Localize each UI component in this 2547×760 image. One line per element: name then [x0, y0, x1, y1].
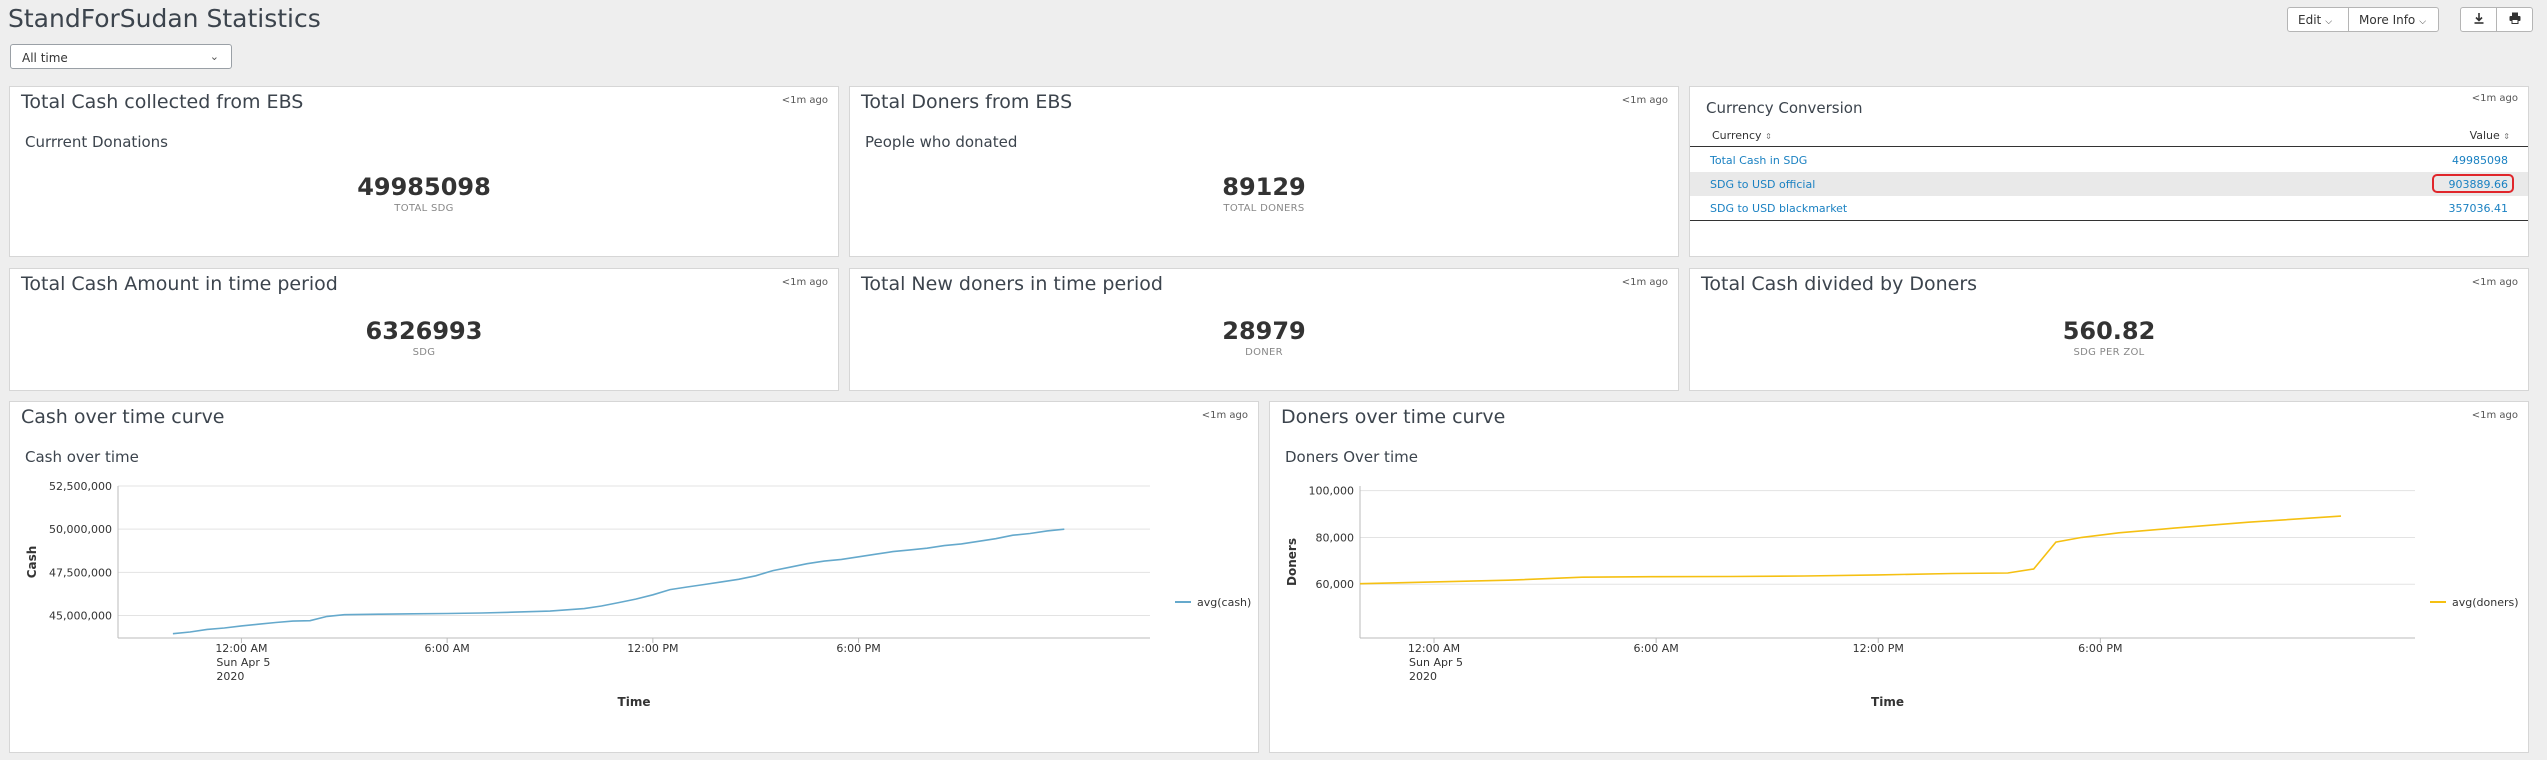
single-value: 49985098 [357, 173, 491, 201]
table-bottom-divider [1690, 220, 2528, 221]
x-tick-date: Sun Apr 5 [1409, 656, 1463, 669]
series-line [172, 528, 1065, 635]
column-header-currency[interactable]: Currency ⇕ [1712, 129, 1772, 142]
refresh-time: <1m ago [2471, 93, 2518, 104]
time-range-select[interactable]: All time ⌄ [10, 44, 232, 69]
currency-link[interactable]: Total Cash in SDG [1710, 154, 1807, 167]
edit-label: Edit [2298, 13, 2322, 27]
panel-subtitle: People who donated [865, 133, 1018, 151]
value-link[interactable]: 49985098 [2452, 154, 2508, 167]
page-title: StandForSudan Statistics [8, 4, 321, 33]
chevron-down-icon: ⌵ [2325, 17, 2333, 27]
table-row: SDG to USD blackmarket 357036.41 [1690, 196, 2528, 220]
refresh-time: <1m ago [1621, 277, 1668, 288]
x-tick-label: 12:00 AM [215, 642, 267, 655]
cash-line-chart: 45,000,000 47,500,000 50,000,000 52,500,000… [25, 480, 1251, 709]
value-unit: TOTAL DONERS [1223, 203, 1305, 214]
doners-curve-panel: Doners over time curve <1m ago Doners Ov… [1269, 401, 2529, 753]
chevron-down-icon: ⌄ [209, 50, 219, 63]
single-value: 560.82 [2062, 317, 2156, 345]
cash-per-doner-panel: Total Cash divided by Doners <1m ago 560… [1689, 268, 2529, 391]
doners-line-chart: 60,000 80,000 100,000 12:00 AMSun Apr 52020… [1285, 485, 2519, 709]
refresh-time: <1m ago [781, 277, 828, 288]
more-info-label: More Info [2359, 13, 2416, 27]
currency-link[interactable]: SDG to USD official [1710, 178, 1815, 191]
printer-icon [2509, 12, 2520, 24]
x-tick-year: 2020 [1409, 670, 1437, 683]
x-axis-title: Time [618, 695, 651, 709]
panel-title: Currency Conversion [1706, 99, 1863, 117]
y-tick-label: 50,000,000 [49, 523, 112, 536]
single-value: 28979 [1222, 317, 1306, 345]
y-axis-title: Cash [25, 546, 39, 579]
download-icon [2474, 13, 2483, 24]
value-link[interactable]: 357036.41 [2449, 202, 2509, 215]
print-button[interactable] [2496, 7, 2533, 32]
total-cash-panel: Total Cash collected from EBS <1m ago Cu… [9, 86, 839, 257]
x-tick-year: 2020 [216, 670, 244, 683]
sort-icon: ⇕ [1765, 132, 1772, 141]
column-header-value[interactable]: Value ⇕ [2470, 129, 2510, 142]
x-tick-label: 12:00 PM [627, 642, 678, 655]
y-tick-label: 52,500,000 [49, 480, 112, 493]
panel-title: Total Cash divided by Doners [1701, 273, 1978, 295]
panel-title: Total New doners in time period [861, 273, 1163, 295]
x-tick-date: Sun Apr 5 [216, 656, 270, 669]
header-divider [1690, 146, 2528, 147]
currency-link[interactable]: SDG to USD blackmarket [1710, 202, 1847, 215]
legend-label: avg(cash) [1197, 596, 1251, 609]
x-tick-label: 6:00 AM [1634, 642, 1679, 655]
x-tick-label: 12:00 AM [1408, 642, 1460, 655]
table-row: SDG to USD official 903889.66 [1690, 172, 2528, 196]
y-tick-label: 80,000 [1316, 531, 1355, 544]
value-unit: TOTAL SDG [394, 203, 454, 214]
refresh-time: <1m ago [1621, 95, 1668, 106]
more-info-button[interactable]: More Info ⌵ [2348, 7, 2439, 32]
y-axis-title: Doners [1285, 538, 1299, 586]
highlight-outline [2432, 174, 2514, 193]
y-tick-label: 100,000 [1309, 485, 1355, 498]
refresh-time: <1m ago [781, 95, 828, 106]
value-unit: SDG [412, 347, 436, 358]
time-range-value: All time [22, 51, 68, 65]
y-tick-label: 60,000 [1316, 578, 1355, 591]
value-unit: SDG PER ZOL [2073, 347, 2145, 358]
new-doners-panel: Total New doners in time period <1m ago … [849, 268, 1679, 391]
x-tick-label: 6:00 AM [425, 642, 470, 655]
panel-title: Total Doners from EBS [861, 91, 1073, 113]
y-tick-label: 47,500,000 [49, 566, 112, 579]
legend-label: avg(doners) [2452, 596, 2519, 609]
panel-title: Total Cash collected from EBS [21, 91, 304, 113]
single-value: 89129 [1222, 173, 1306, 201]
value-unit: DONER [1245, 347, 1283, 358]
panel-subtitle: Currrent Donations [25, 133, 168, 151]
cash-period-panel: Total Cash Amount in time period <1m ago… [9, 268, 839, 391]
cash-curve-panel: Cash over time curve <1m ago Cash over t… [9, 401, 1259, 753]
x-tick-label: 6:00 PM [836, 642, 880, 655]
currency-conversion-panel: <1m ago Currency Conversion Currency ⇕ V… [1689, 86, 2529, 257]
x-axis-title: Time [1871, 695, 1904, 709]
chevron-down-icon: ⌵ [2419, 17, 2427, 27]
y-tick-label: 45,000,000 [49, 610, 112, 623]
table-row: Total Cash in SDG 49985098 [1690, 148, 2528, 172]
single-value: 6326993 [365, 317, 483, 345]
refresh-time: <1m ago [2471, 277, 2518, 288]
total-doners-panel: Total Doners from EBS <1m ago People who… [849, 86, 1679, 257]
x-tick-label: 6:00 PM [2078, 642, 2122, 655]
panel-title: Total Cash Amount in time period [21, 273, 338, 295]
x-tick-label: 12:00 PM [1853, 642, 1904, 655]
series-line [1359, 515, 2342, 585]
export-button[interactable] [2460, 7, 2497, 32]
sort-icon: ⇕ [2503, 132, 2510, 141]
edit-button[interactable]: Edit ⌵ [2287, 7, 2349, 32]
